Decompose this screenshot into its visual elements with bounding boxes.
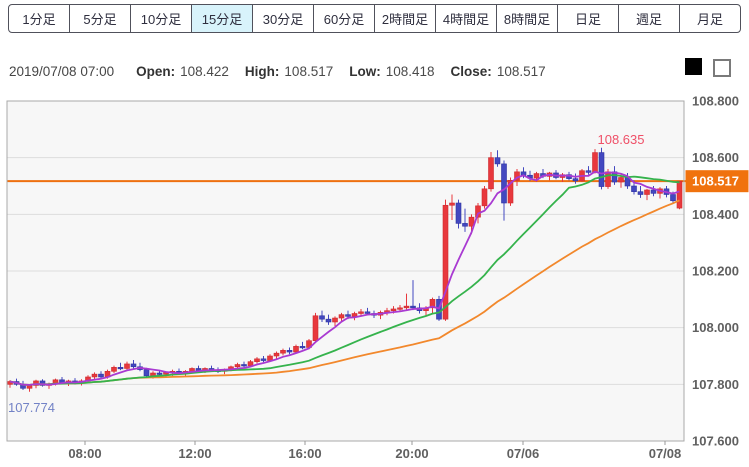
close-value: 108.517 (497, 64, 546, 79)
timeframe-button-3[interactable]: 15分足 (191, 4, 253, 33)
candle-color-filled-swatch[interactable] (685, 58, 702, 75)
high-value: 108.517 (284, 64, 333, 79)
timeframe-button-0[interactable]: 1分足 (8, 4, 70, 33)
low-value: 108.418 (386, 64, 435, 79)
timeframe-button-11[interactable]: 月足 (679, 4, 741, 33)
svg-text:108.200: 108.200 (692, 264, 739, 279)
svg-text:07/08: 07/08 (649, 446, 682, 461)
svg-text:08:00: 08:00 (68, 446, 101, 461)
open-value: 108.422 (180, 64, 229, 79)
timeframe-button-2[interactable]: 10分足 (130, 4, 192, 33)
timeframe-toolbar: 1分足5分足10分足15分足30分足60分足2時間足4時間足8時間足日足週足月足 (8, 4, 741, 33)
svg-text:108.600: 108.600 (692, 150, 739, 165)
y-axis-labels: 108.800 108.600 108.400 108.200 108.000 107.8… (692, 94, 739, 449)
current-price-badge: 108.517 (686, 170, 749, 192)
svg-text:108.800: 108.800 (692, 94, 739, 109)
quote-datetime: 2019/07/08 07:00 (9, 64, 114, 79)
timeframe-button-10[interactable]: 週足 (618, 4, 680, 33)
svg-text:20:00: 20:00 (395, 446, 428, 461)
ohlc-info-row: 2019/07/08 07:00 Open: 108.422 High: 108… (9, 62, 562, 80)
svg-text:16:00: 16:00 (288, 446, 321, 461)
svg-text:07/06: 07/06 (507, 446, 540, 461)
svg-text:108.000: 108.000 (692, 320, 739, 335)
svg-text:108.517: 108.517 (692, 174, 739, 189)
svg-text:108.400: 108.400 (692, 207, 739, 222)
session-high-label: 108.635 (598, 132, 645, 147)
timeframe-button-5[interactable]: 60分足 (313, 4, 375, 33)
timeframe-button-7[interactable]: 4時間足 (435, 4, 497, 33)
timeframe-button-8[interactable]: 8時間足 (496, 4, 558, 33)
svg-text:107.600: 107.600 (692, 434, 739, 449)
timeframe-button-6[interactable]: 2時間足 (374, 4, 436, 33)
high-label: High: (245, 64, 280, 79)
svg-text:107.800: 107.800 (692, 377, 739, 392)
x-axis-labels: 08:00 12:00 16:00 20:00 07/06 07/08 (68, 441, 681, 461)
open-label: Open: (136, 64, 175, 79)
close-label: Close: (451, 64, 492, 79)
candle-color-hollow-swatch[interactable] (713, 59, 731, 77)
timeframe-button-4[interactable]: 30分足 (252, 4, 314, 33)
svg-text:12:00: 12:00 (178, 446, 211, 461)
timeframe-button-1[interactable]: 5分足 (69, 4, 131, 33)
candlestick-chart: 108.800 108.600 108.400 108.200 108.000 107.8… (0, 90, 749, 467)
timeframe-button-9[interactable]: 日足 (557, 4, 619, 33)
low-label: Low: (349, 64, 381, 79)
session-low-label: 107.774 (8, 400, 55, 415)
